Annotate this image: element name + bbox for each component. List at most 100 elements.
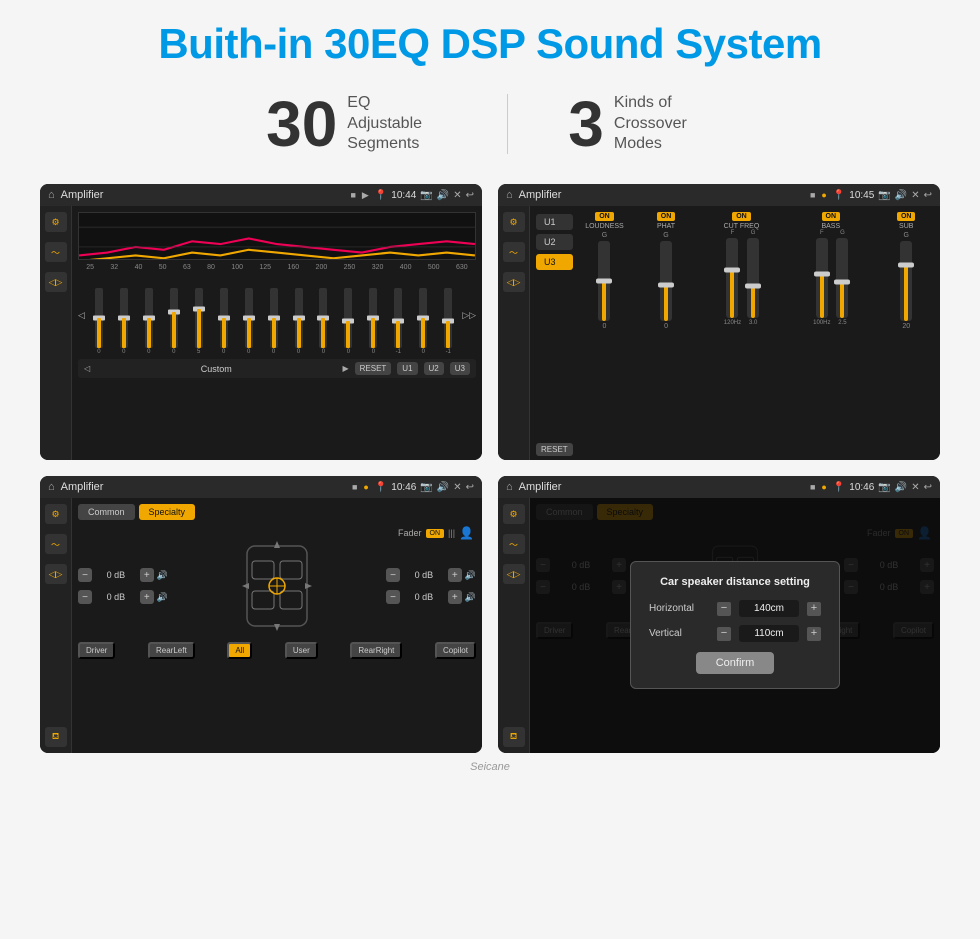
copilot-btn[interactable]: Copilot bbox=[435, 642, 476, 659]
volume-icon-4: 🔊 bbox=[895, 482, 907, 493]
wave-icon-btn-3[interactable]: 〜 bbox=[45, 534, 67, 554]
eq-slider-15[interactable]: -1 bbox=[437, 288, 459, 355]
eq-icon-btn-2[interactable]: ⚙ bbox=[503, 212, 525, 232]
screen1-body: ⚙ 〜 ◁▷ 25324050 bbox=[40, 206, 482, 460]
vertical-plus[interactable]: + bbox=[807, 627, 821, 641]
cutfreq-on[interactable]: ON bbox=[732, 212, 751, 221]
cutfreq-f-slider[interactable] bbox=[726, 238, 738, 318]
eq-slider-2[interactable]: 0 bbox=[113, 288, 135, 355]
eq-slider-10[interactable]: 0 bbox=[313, 288, 335, 355]
eq-slider-7[interactable]: 0 bbox=[238, 288, 260, 355]
rl-plus[interactable]: + bbox=[140, 590, 154, 604]
loudness-slider[interactable] bbox=[598, 241, 610, 321]
reset-btn-2[interactable]: RESET bbox=[536, 443, 573, 456]
eq-icon-btn-3[interactable]: ⚙ bbox=[45, 504, 67, 524]
stat-eq-text: EQ AdjustableSegments bbox=[347, 93, 447, 155]
driver-btn[interactable]: Driver bbox=[78, 642, 115, 659]
fl-minus[interactable]: − bbox=[78, 568, 92, 582]
close-icon: ✕ bbox=[453, 190, 461, 201]
eq-slider-5[interactable]: 5 bbox=[188, 288, 210, 355]
time-display-4: 10:46 bbox=[849, 482, 874, 493]
user-icon: 👤 bbox=[459, 526, 474, 540]
screen-eq: ⌂ Amplifier ■ ▶ 📍 10:44 📷 🔊 ✕ ↩ ⚙ 〜 ◁▷ bbox=[40, 184, 482, 460]
eq-icon-btn-4[interactable]: ⚙ bbox=[503, 504, 525, 524]
time-display-3: 10:46 bbox=[391, 482, 416, 493]
bass-f-slider[interactable] bbox=[816, 238, 828, 318]
distance-dialog: Car speaker distance setting Horizontal … bbox=[630, 561, 840, 689]
u3-btn[interactable]: U3 bbox=[450, 362, 470, 375]
phat-on[interactable]: ON bbox=[657, 212, 676, 221]
vertical-minus[interactable]: − bbox=[717, 627, 731, 641]
loudness-label: LOUDNESS bbox=[585, 223, 624, 230]
bass-on[interactable]: ON bbox=[822, 212, 841, 221]
cutfreq-g-slider[interactable] bbox=[747, 238, 759, 318]
fr-plus[interactable]: + bbox=[448, 568, 462, 582]
u2-btn-2[interactable]: U2 bbox=[536, 234, 573, 250]
vertical-row: Vertical − 110cm + bbox=[649, 625, 821, 642]
time-display-2: 10:45 bbox=[849, 190, 874, 201]
u1-btn[interactable]: U1 bbox=[397, 362, 417, 375]
eq-icon-btn[interactable]: ⚙ bbox=[45, 212, 67, 232]
vol-icon-btn-3[interactable]: ◁▷ bbox=[45, 564, 67, 584]
screens-grid: ⌂ Amplifier ■ ▶ 📍 10:44 📷 🔊 ✕ ↩ ⚙ 〜 ◁▷ bbox=[40, 184, 940, 753]
rl-minus[interactable]: − bbox=[78, 590, 92, 604]
all-btn[interactable]: All bbox=[227, 642, 252, 659]
eq-sliders-row: ◁ 0 0 0 0 5 0 0 0 0 0 0 0 -1 0 -1 ▷▷ bbox=[78, 275, 476, 355]
sub-on[interactable]: ON bbox=[897, 212, 916, 221]
wave-icon-btn[interactable]: 〜 bbox=[45, 242, 67, 262]
confirm-button[interactable]: Confirm bbox=[696, 652, 775, 674]
rr-plus[interactable]: + bbox=[448, 590, 462, 604]
fl-db-value: 0 dB bbox=[95, 570, 137, 580]
next-icon[interactable]: ▶ bbox=[342, 364, 348, 373]
left-controls: − 0 dB + 🔊 − 0 dB + 🔊 bbox=[78, 568, 168, 604]
bluetooth-icon-btn-4[interactable]: ⛾ bbox=[503, 727, 525, 747]
sub-slider[interactable] bbox=[900, 241, 912, 321]
horizontal-minus[interactable]: − bbox=[717, 602, 731, 616]
wave-icon-btn-2[interactable]: 〜 bbox=[503, 242, 525, 262]
u2-btn[interactable]: U2 bbox=[424, 362, 444, 375]
wave-icon-btn-4[interactable]: 〜 bbox=[503, 534, 525, 554]
vol-icon-btn-4[interactable]: ◁▷ bbox=[503, 564, 525, 584]
rearright-btn[interactable]: RearRight bbox=[350, 642, 402, 659]
rr-minus[interactable]: − bbox=[386, 590, 400, 604]
horizontal-row: Horizontal − 140cm + bbox=[649, 600, 821, 617]
cutfreq-module: ON CUT FREQ F 120Hz bbox=[700, 212, 783, 326]
prev-icon[interactable]: ◁ bbox=[84, 364, 90, 373]
eq-slider-9[interactable]: 0 bbox=[288, 288, 310, 355]
right-controls: − 0 dB + 🔊 − 0 dB + 🔊 bbox=[386, 568, 476, 604]
fl-plus[interactable]: + bbox=[140, 568, 154, 582]
user-btn[interactable]: User bbox=[285, 642, 318, 659]
eq-slider-8[interactable]: 0 bbox=[263, 288, 285, 355]
phat-slider[interactable] bbox=[660, 241, 672, 321]
eq-slider-3[interactable]: 0 bbox=[138, 288, 160, 355]
eq-slider-14[interactable]: 0 bbox=[412, 288, 434, 355]
back-icon: ↩ bbox=[466, 190, 474, 201]
specialty-tab[interactable]: Specialty bbox=[139, 504, 196, 520]
eq-slider-4[interactable]: 0 bbox=[163, 288, 185, 355]
fader-on-badge[interactable]: ON bbox=[426, 529, 445, 538]
fr-minus[interactable]: − bbox=[386, 568, 400, 582]
loudness-on[interactable]: ON bbox=[595, 212, 614, 221]
reset-btn[interactable]: RESET bbox=[355, 362, 392, 375]
vol-icon-btn-2[interactable]: ◁▷ bbox=[503, 272, 525, 292]
rearleft-btn[interactable]: RearLeft bbox=[148, 642, 195, 659]
eq-slider-11[interactable]: 0 bbox=[337, 288, 359, 355]
eq-slider-6[interactable]: 0 bbox=[213, 288, 235, 355]
common-tab[interactable]: Common bbox=[78, 504, 135, 520]
u3-btn-2[interactable]: U3 bbox=[536, 254, 573, 270]
eq-slider-13[interactable]: -1 bbox=[387, 288, 409, 355]
vol-icon-btn[interactable]: ◁▷ bbox=[45, 272, 67, 292]
close-icon-3: ✕ bbox=[453, 482, 461, 493]
sub-module: ON SUB G 20 bbox=[878, 212, 934, 330]
bluetooth-icon-btn-3[interactable]: ⛾ bbox=[45, 727, 67, 747]
eq-slider-1[interactable]: 0 bbox=[88, 288, 110, 355]
stat-eq: 30 EQ AdjustableSegments bbox=[206, 92, 507, 156]
page-title: Buith-in 30EQ DSP Sound System bbox=[158, 20, 821, 68]
u1-btn-2[interactable]: U1 bbox=[536, 214, 573, 230]
bass-g-slider[interactable] bbox=[836, 238, 848, 318]
fr-db-value: 0 dB bbox=[403, 570, 445, 580]
eq-graph bbox=[78, 212, 476, 260]
speaker-bottom-btns: Driver RearLeft All User RearRight Copil… bbox=[78, 642, 476, 659]
eq-slider-12[interactable]: 0 bbox=[362, 288, 384, 355]
horizontal-plus[interactable]: + bbox=[807, 602, 821, 616]
